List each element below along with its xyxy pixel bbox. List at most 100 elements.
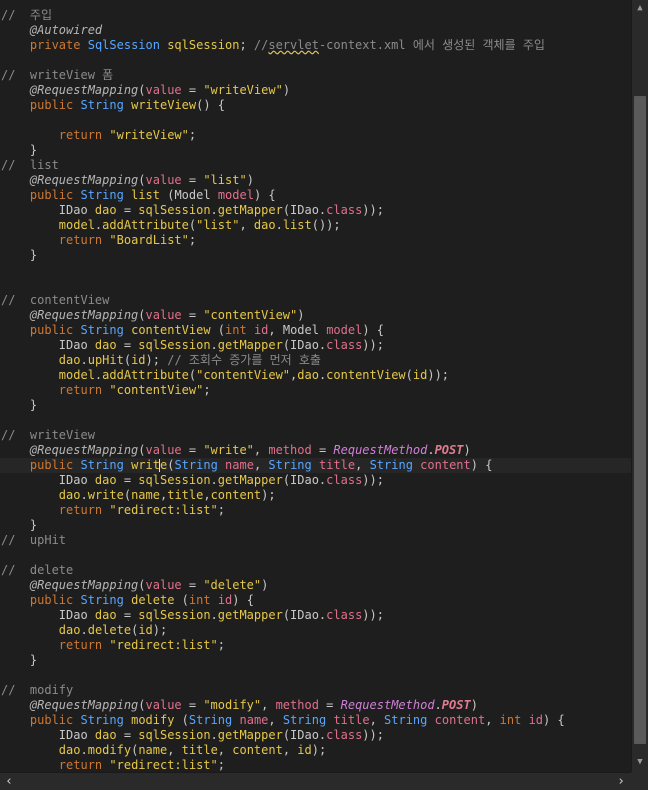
scroll-left-arrow-icon[interactable]: ‹ — [1, 773, 17, 790]
code-token: = — [181, 698, 204, 712]
code-token: addAttribute — [102, 218, 189, 232]
code-line[interactable] — [0, 278, 631, 293]
code-line[interactable]: // modify — [0, 683, 631, 698]
code-line[interactable]: IDao dao = sqlSession.getMapper(IDao.cla… — [0, 728, 631, 743]
code-token: // modify — [1, 683, 74, 697]
code-token: @RequestMapping — [29, 698, 139, 712]
scroll-right-arrow-icon[interactable]: › — [613, 773, 629, 790]
code-line[interactable] — [0, 53, 631, 68]
code-line[interactable]: IDao dao = sqlSession.getMapper(IDao.cla… — [0, 473, 631, 488]
code-token: int — [499, 713, 522, 727]
horizontal-scrollbar[interactable]: ‹ › — [0, 772, 631, 790]
code-line[interactable]: } — [0, 653, 631, 668]
code-token: = — [116, 203, 139, 217]
code-line[interactable]: @RequestMapping(value = "list") — [0, 173, 631, 188]
code-line[interactable]: return "contentView"; — [0, 383, 631, 398]
code-token: "contentView" — [203, 308, 298, 322]
code-token: IDao — [1, 608, 95, 622]
code-token: public — [29, 593, 74, 607]
code-token: . — [210, 203, 218, 217]
code-line[interactable]: // writeView — [0, 428, 631, 443]
code-line[interactable]: return "writeView"; — [0, 128, 631, 143]
code-token: delete — [87, 623, 132, 637]
code-line[interactable]: public String modify (String name, Strin… — [0, 713, 631, 728]
code-token: RequestMethod — [340, 698, 435, 712]
code-line[interactable] — [0, 413, 631, 428]
code-line[interactable]: // 주입 — [0, 8, 631, 23]
code-editor[interactable]: // 주입 @Autowired private SqlSession sqlS… — [0, 0, 631, 772]
code-token: dao — [297, 368, 319, 382]
code-line[interactable]: private SqlSession sqlSession; //servlet… — [0, 38, 631, 53]
code-token: write — [131, 458, 168, 472]
code-line[interactable]: @Autowired — [0, 23, 631, 38]
code-token: , — [369, 713, 385, 727]
code-token: model — [58, 368, 95, 382]
code-line[interactable]: // writeView 폼 — [0, 68, 631, 83]
code-line[interactable]: public String list (Model model) { — [0, 188, 631, 203]
code-line[interactable]: IDao dao = sqlSession.getMapper(IDao.cla… — [0, 203, 631, 218]
code-token: String — [80, 593, 124, 607]
code-line[interactable]: public String write(String name, String … — [0, 458, 631, 473]
vertical-scroll-thumb[interactable] — [634, 96, 646, 744]
code-line[interactable]: // upHit — [0, 533, 631, 548]
code-line[interactable]: @RequestMapping(value = "writeView") — [0, 83, 631, 98]
code-line[interactable]: dao.write(name,title,content); — [0, 488, 631, 503]
code-line[interactable]: } — [0, 518, 631, 533]
code-line[interactable]: public String contentView (int id, Model… — [0, 323, 631, 338]
code-line[interactable]: return "redirect:list"; — [0, 638, 631, 653]
code-token: ; — [217, 758, 225, 772]
code-line[interactable]: model.addAttribute("contentView",dao.con… — [0, 368, 631, 383]
code-token: ) — [470, 698, 478, 712]
code-line[interactable]: model.addAttribute("list", dao.list()); — [0, 218, 631, 233]
code-token: ; — [188, 233, 197, 247]
code-line[interactable]: @RequestMapping(value = "delete") — [0, 578, 631, 593]
code-line[interactable]: } — [0, 143, 631, 158]
code-line[interactable] — [0, 668, 631, 683]
code-token: ) — [463, 443, 471, 457]
vertical-scrollbar[interactable]: ▲ ▼ — [631, 0, 648, 772]
code-line[interactable]: // list — [0, 158, 631, 173]
code-token: ); — [261, 488, 276, 502]
code-line[interactable]: return "BoardList"; — [0, 233, 631, 248]
code-line[interactable]: @RequestMapping(value = "write", method … — [0, 443, 631, 458]
code-token: list — [282, 218, 312, 232]
code-line[interactable]: @RequestMapping(value = "contentView") — [0, 308, 631, 323]
code-line[interactable] — [0, 113, 631, 128]
code-line[interactable] — [0, 263, 631, 278]
scroll-down-arrow-icon[interactable]: ▼ — [632, 754, 648, 770]
code-token: , — [239, 218, 254, 232]
code-token: "redirect:list" — [109, 758, 218, 772]
code-line[interactable]: dao.upHit(id); // 조회수 증가를 먼저 호출 — [0, 353, 631, 368]
code-line[interactable]: IDao dao = sqlSession.getMapper(IDao.cla… — [0, 608, 631, 623]
code-token: @RequestMapping — [29, 173, 139, 187]
code-line[interactable] — [0, 548, 631, 563]
code-token: value — [145, 83, 182, 97]
code-line[interactable]: return "redirect:list"; — [0, 758, 631, 772]
scroll-up-arrow-icon[interactable]: ▲ — [632, 0, 648, 16]
code-token: dao — [94, 203, 117, 217]
code-line[interactable]: dao.delete(id); — [0, 623, 631, 638]
code-line[interactable]: public String writeView() { — [0, 98, 631, 113]
code-token: addAttribute — [102, 368, 189, 382]
code-line[interactable]: } — [0, 248, 631, 263]
code-line[interactable]: // contentView — [0, 293, 631, 308]
code-line[interactable]: return "redirect:list"; — [0, 503, 631, 518]
code-token: } — [29, 398, 38, 412]
code-token: IDao — [1, 338, 95, 352]
code-line[interactable]: IDao dao = sqlSession.getMapper(IDao.cla… — [0, 338, 631, 353]
code-line[interactable]: public String delete (int id) { — [0, 593, 631, 608]
code-line[interactable]: } — [0, 398, 631, 413]
code-line[interactable]: // delete — [0, 563, 631, 578]
code-line[interactable]: dao.modify(name, title, content, id); — [0, 743, 631, 758]
code-line[interactable]: @RequestMapping(value = "modify", method… — [0, 698, 631, 713]
